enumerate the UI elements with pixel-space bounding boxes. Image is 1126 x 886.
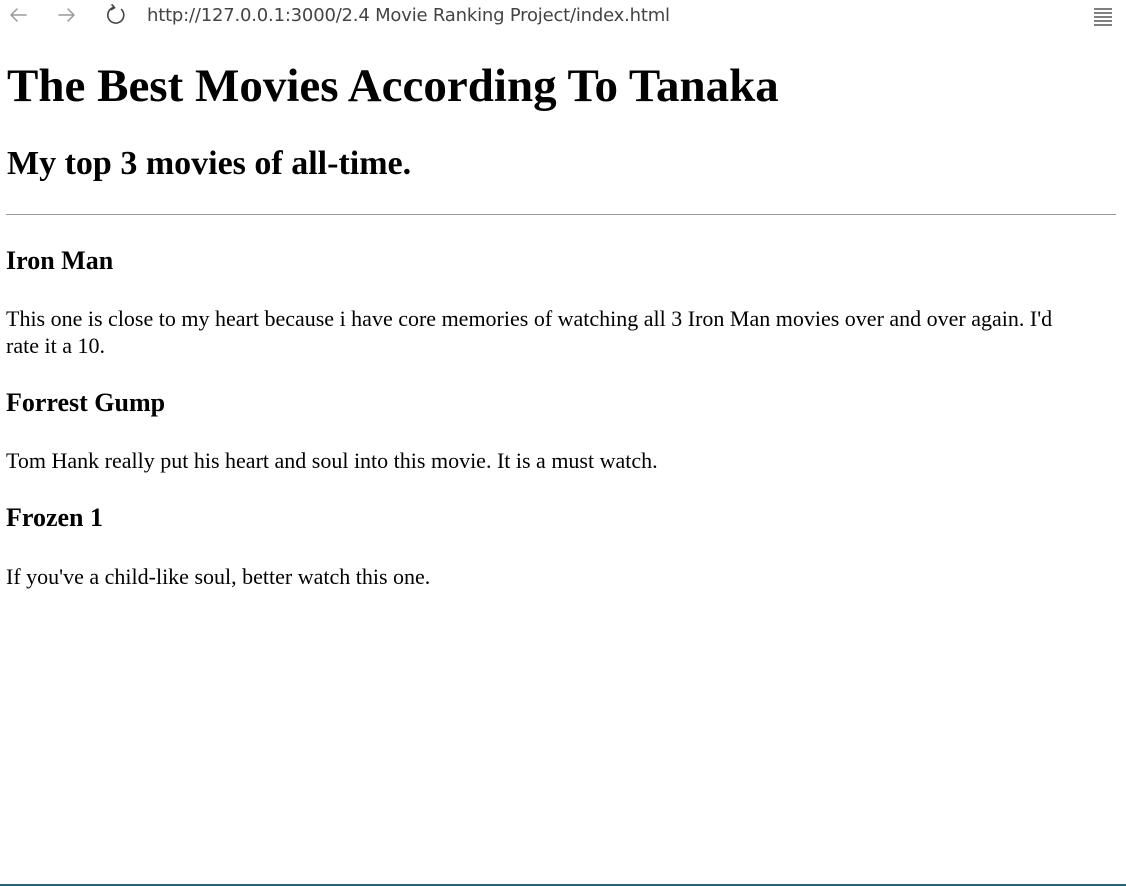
page-title: The Best Movies According To Tanaka (7, 60, 779, 112)
forward-button[interactable] (54, 2, 80, 28)
hamburger-menu-icon (1094, 8, 1112, 26)
page-subtitle: My top 3 movies of all-time. (7, 145, 412, 182)
arrow-left-icon (10, 8, 27, 22)
back-button[interactable] (5, 2, 31, 28)
reload-icon (107, 4, 125, 24)
browser-toolbar: http://127.0.0.1:3000/2.4 Movie Ranking … (0, 0, 1126, 33)
divider (6, 214, 1116, 215)
arrow-right-icon (58, 8, 75, 22)
movie-title-forrest-gump: Forrest Gump (6, 388, 166, 417)
movie-description-frozen-1: If you've a child-like soul, better watc… (6, 564, 431, 589)
movie-description-iron-man: This one is close to my heart because i … (6, 306, 1053, 358)
menu-button[interactable] (1091, 4, 1115, 28)
reload-button[interactable] (103, 2, 129, 28)
movie-description-forrest-gump: Tom Hank really put his heart and soul i… (6, 448, 658, 473)
movie-title-frozen-1: Frozen 1 (6, 503, 103, 532)
address-bar[interactable]: http://127.0.0.1:3000/2.4 Movie Ranking … (147, 5, 1047, 27)
movie-title-iron-man: Iron Man (6, 246, 114, 275)
